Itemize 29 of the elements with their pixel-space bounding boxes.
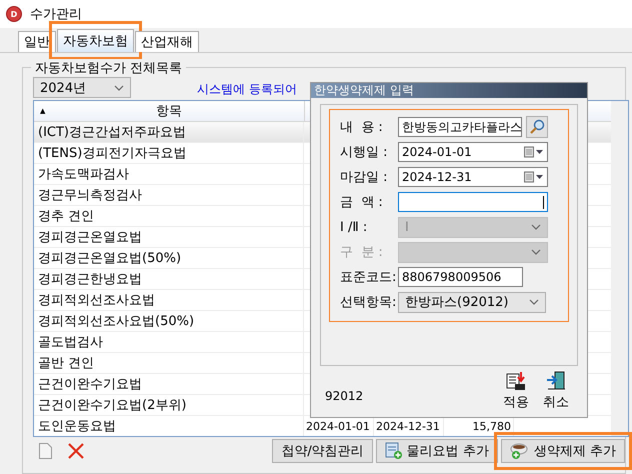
table-cell: 근건이완수기요법 — [34, 374, 304, 394]
table-cell: 가속도맥파검사 — [34, 164, 304, 184]
field-label: 마감일 : — [340, 169, 389, 186]
table-cell: 근건이완수기요법(2부위) — [34, 395, 304, 415]
app-icon: D — [6, 6, 22, 22]
table-cell: (ICT)경근간섭저주파요법 — [34, 122, 304, 142]
table-cell: 경피경근한냉요법 — [34, 269, 304, 289]
field-label: 선택항목: — [340, 294, 398, 311]
table-cell: 골반 견인 — [34, 353, 304, 373]
table-cell: 경피경근온열요법 — [34, 227, 304, 247]
table-cell: 경추 견인 — [34, 206, 304, 226]
field-label: 구 분 : — [340, 244, 384, 261]
table-cell: 경근무늬측정검사 — [34, 185, 304, 205]
group-title: 자동차보험수가 전체목록 — [31, 59, 186, 77]
notice-text: 시스템에 등록되어 — [197, 81, 297, 98]
table-cell: 경피적외선조사요법 — [34, 290, 304, 310]
table-cell: 경피경근온열요법(50%) — [34, 248, 304, 268]
field-label: 표준코드: — [340, 269, 398, 286]
field-label: Ⅰ /Ⅱ : — [340, 220, 368, 234]
field-label: 내 용 : — [340, 119, 384, 136]
field-label: 금 액 : — [340, 194, 384, 211]
code-text: 92012 — [325, 389, 364, 403]
field-label: 시행일 : — [340, 144, 389, 161]
window-title: 수가관리 — [30, 6, 82, 23]
dialog-title: 한약생약제제 입력 — [311, 83, 587, 98]
table-cell: (TENS)경피전기자극요법 — [34, 143, 304, 163]
table-cell: 경피적외선조사요법(50%) — [34, 311, 304, 331]
table-cell: 도인운동요법 — [34, 416, 304, 436]
table-cell: 골도법검사 — [34, 332, 304, 352]
